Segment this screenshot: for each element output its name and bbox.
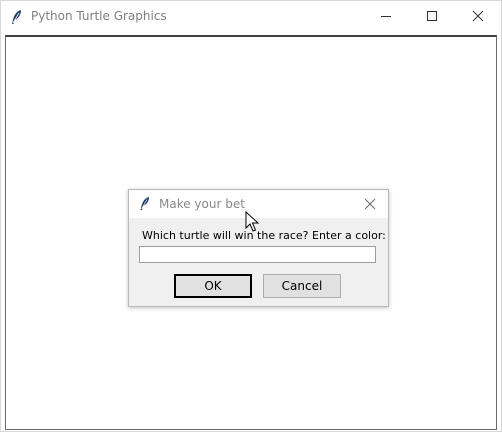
- color-input[interactable]: [139, 246, 376, 263]
- feather-icon: [139, 196, 151, 211]
- feather-icon: [10, 9, 24, 25]
- window-titlebar[interactable]: Python Turtle Graphics: [1, 1, 501, 32]
- dialog-title: Make your bet: [159, 197, 245, 211]
- minimize-button[interactable]: [363, 1, 409, 32]
- maximize-button[interactable]: [409, 1, 455, 32]
- maximize-icon: [427, 11, 437, 21]
- close-icon: [364, 198, 376, 210]
- bet-dialog: Make your bet Which turtle will win the …: [128, 189, 389, 307]
- mouse-cursor-icon: [245, 211, 259, 232]
- dialog-prompt: Which turtle will win the race? Enter a …: [142, 229, 386, 242]
- dialog-close-button[interactable]: [362, 196, 378, 212]
- ok-button[interactable]: OK: [174, 274, 252, 298]
- close-icon: [472, 10, 484, 22]
- minimize-icon: [381, 16, 391, 17]
- window-title: Python Turtle Graphics: [31, 9, 167, 23]
- cancel-button[interactable]: Cancel: [263, 274, 341, 298]
- close-button[interactable]: [455, 1, 501, 32]
